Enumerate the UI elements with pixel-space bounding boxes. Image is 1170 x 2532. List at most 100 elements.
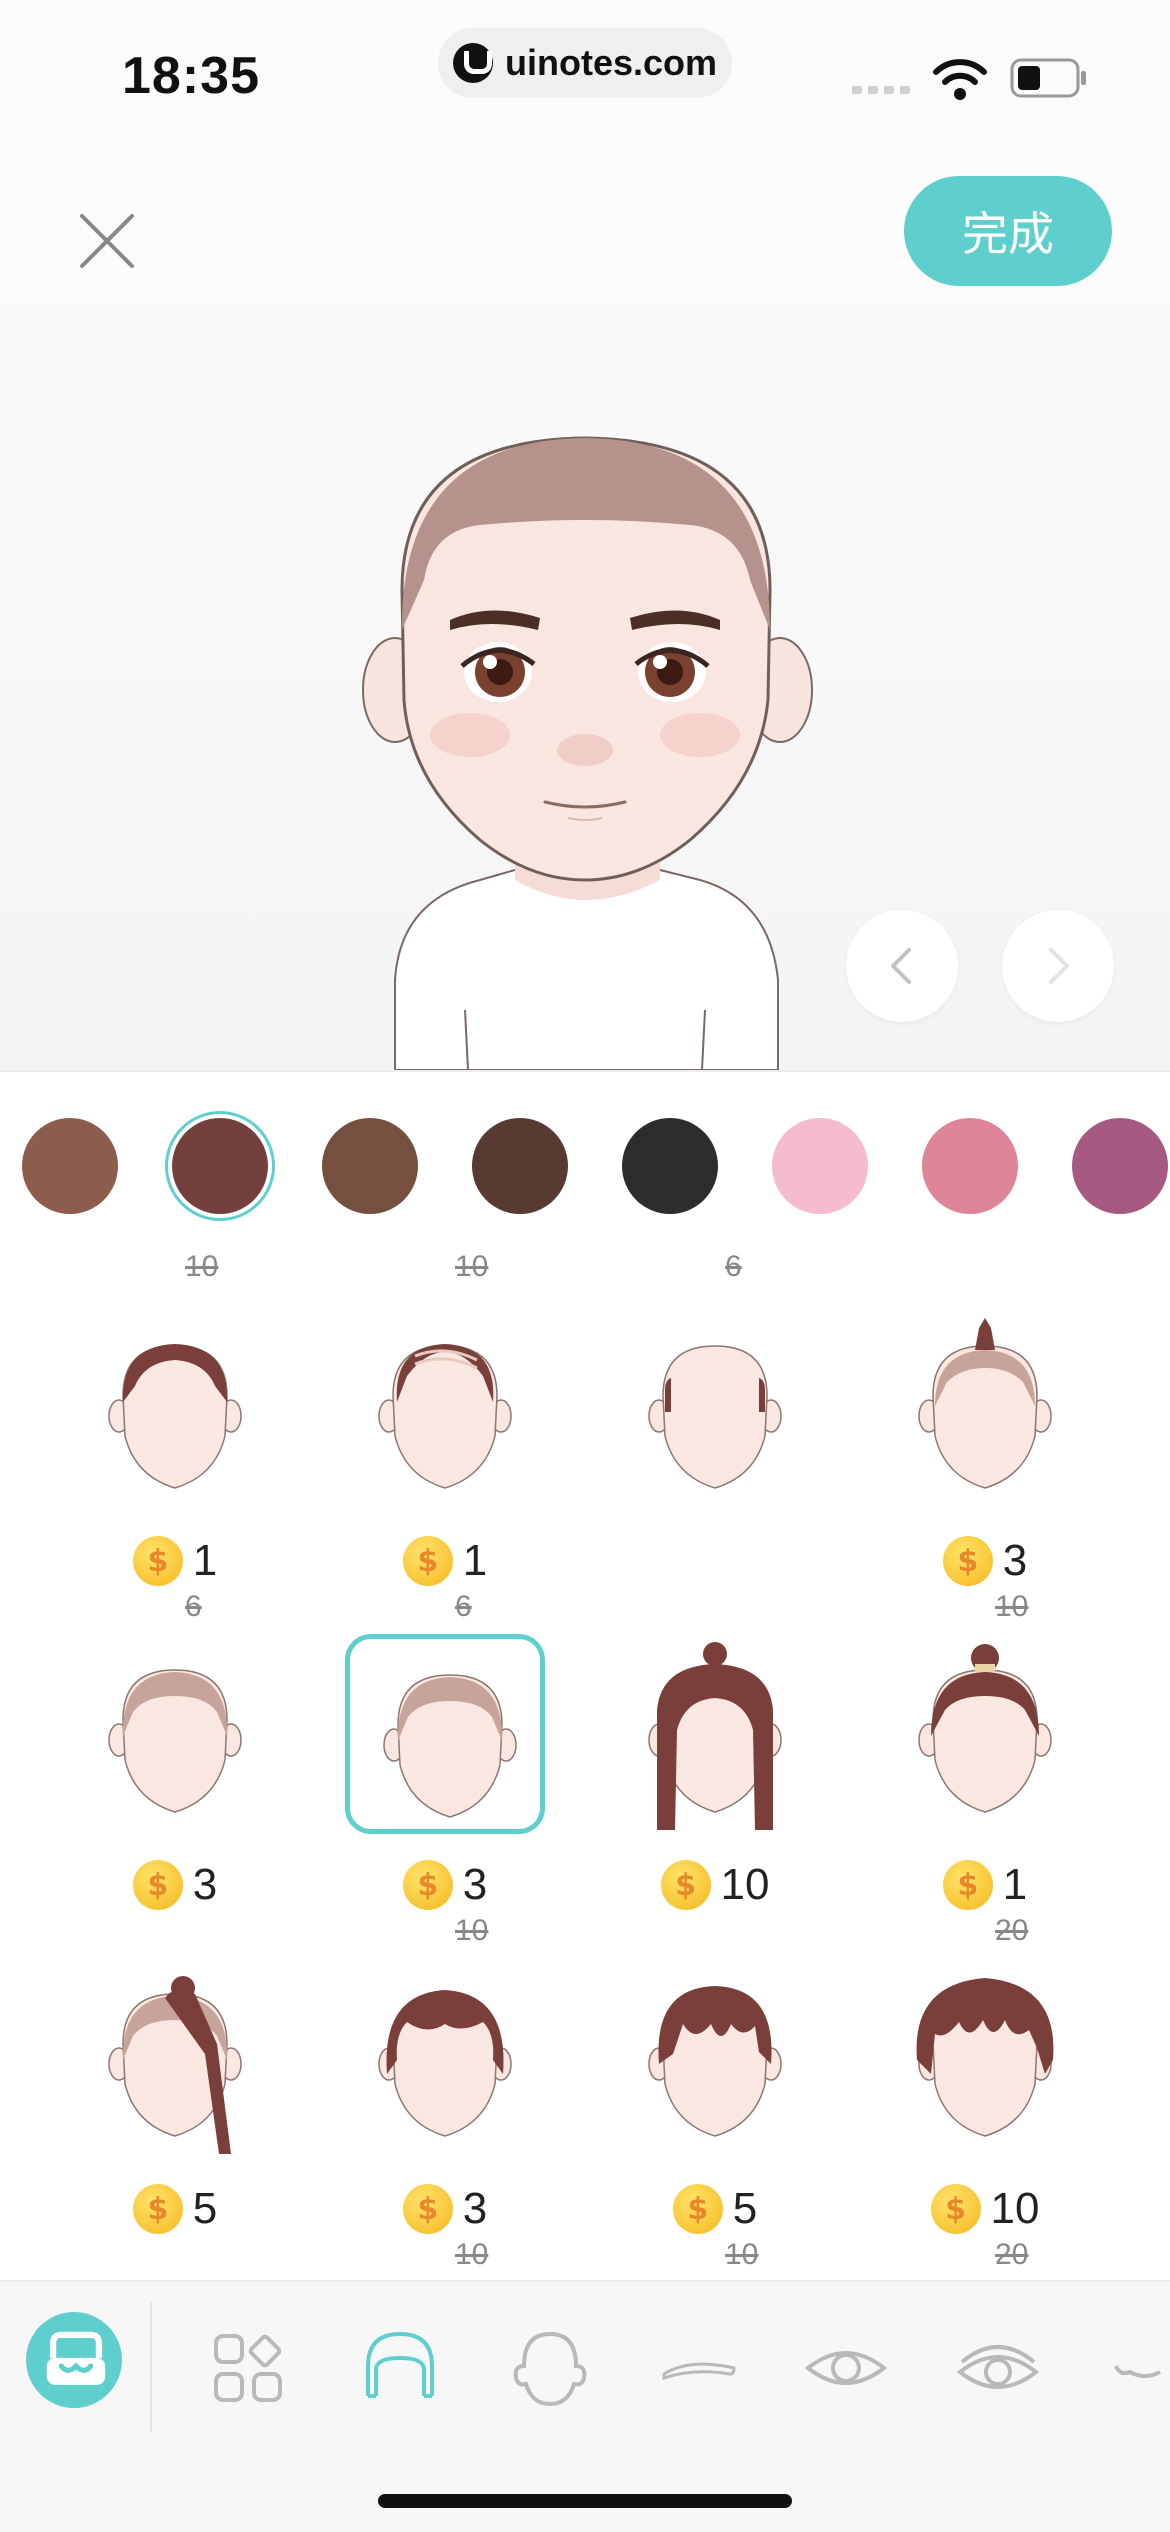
original-price: 10 [185, 1250, 219, 1283]
original-price: 10 [455, 1250, 489, 1283]
price-value: 10 [990, 2184, 1040, 2233]
original-price: 6 [185, 1590, 202, 1623]
price-tag: $1 [345, 1536, 545, 1586]
hair-style-thumbnail [345, 1958, 545, 2158]
categories-icon[interactable] [198, 2318, 298, 2418]
price-tag: $3 [75, 1860, 275, 1910]
price-tag: $3 [345, 1860, 545, 1910]
avatar-preview: 完成 [0, 140, 1170, 1070]
url-text: uinotes.com [504, 42, 718, 83]
eye-makeup-icon[interactable] [948, 2318, 1048, 2418]
avatar-figure [362, 436, 813, 1070]
hair-style-thumbnail [885, 1634, 1085, 1834]
coin-icon: $ [942, 1536, 993, 1586]
hair-style-thumbnail [75, 1310, 275, 1510]
coin-icon: $ [402, 1536, 453, 1586]
hair-color-swatches [0, 1111, 1170, 1221]
price-tag: $3 [345, 2184, 545, 2234]
hair-color-swatch[interactable] [22, 1118, 118, 1214]
price-tag: $5 [615, 2184, 815, 2234]
hair-style-item[interactable]: $3 10 [885, 1310, 1085, 1630]
price-tag: $1 [885, 1860, 1085, 1910]
close-icon[interactable] [74, 208, 140, 274]
hair-style-item[interactable]: $10 20 [885, 1958, 1085, 2278]
hair-color-swatch[interactable] [322, 1118, 418, 1214]
price-value: 3 [192, 1860, 218, 1909]
site-logo-icon [452, 43, 493, 83]
home-indicator [378, 2494, 792, 2508]
original-price: 10 [455, 2238, 489, 2271]
hair-style-thumbnail [885, 1310, 1085, 1510]
original-price: 10 [995, 1590, 1029, 1623]
coin-icon: $ [930, 2184, 981, 2234]
hair-style-thumbnail [885, 1958, 1085, 2158]
toolbar-separator [150, 2302, 152, 2432]
price-value: 1 [1002, 1860, 1028, 1909]
coin-icon: $ [402, 2184, 453, 2234]
store-icon[interactable] [26, 2312, 122, 2408]
hair-color-swatch[interactable] [1072, 1118, 1168, 1214]
coin-icon: $ [942, 1860, 993, 1910]
price-value: 5 [732, 2184, 758, 2233]
coin-icon: $ [132, 1860, 183, 1910]
price-value: 5 [192, 2184, 218, 2233]
mouth-icon[interactable] [1100, 2318, 1170, 2418]
hair-style-thumbnail [615, 1634, 815, 1834]
original-price: 20 [995, 1914, 1029, 1947]
hair-style-item[interactable]: $1 6 [75, 1310, 275, 1630]
hair-style-thumbnail [345, 1310, 545, 1510]
original-price: 10 [725, 2238, 759, 2271]
hair-color-swatch[interactable] [772, 1118, 868, 1214]
hair-style-thumbnail [615, 1310, 815, 1510]
face-icon[interactable] [500, 2318, 600, 2418]
price-value: 1 [462, 1536, 488, 1585]
hair-style-item[interactable]: $10 [615, 1634, 815, 1954]
hair-style-thumbnail [75, 1958, 275, 2158]
hair-style-thumbnail [615, 1958, 815, 2158]
url-pill[interactable]: uinotes.com [438, 28, 732, 98]
coin-icon: $ [132, 2184, 183, 2234]
hair-icon[interactable] [350, 2318, 450, 2418]
cellular-signal-icon [852, 86, 910, 94]
previous-button[interactable] [846, 910, 958, 1022]
hair-color-swatch[interactable] [622, 1118, 718, 1214]
hair-style-item[interactable] [615, 1310, 815, 1630]
price-tag: $1 [75, 1536, 275, 1586]
hair-color-swatch[interactable] [472, 1118, 568, 1214]
hair-style-item[interactable]: $3 [75, 1634, 275, 1954]
price-tag: $3 [885, 1536, 1085, 1586]
hair-style-item[interactable]: $3 10 [345, 1634, 545, 1954]
status-time: 18:35 [122, 47, 260, 105]
eye-icon[interactable] [796, 2318, 896, 2418]
hair-style-item[interactable]: $5 10 [615, 1958, 815, 2278]
price-value: 10 [720, 1860, 770, 1909]
hair-style-item[interactable]: $1 20 [885, 1634, 1085, 1954]
price-tag: $10 [885, 2184, 1085, 2234]
status-bar: 18:35 uinotes.com [0, 0, 1170, 140]
original-price: 6 [725, 1250, 742, 1283]
hair-color-swatch[interactable] [165, 1111, 275, 1221]
coin-icon: $ [132, 1536, 183, 1586]
hair-style-thumbnail [75, 1634, 275, 1834]
price-value: 3 [462, 1860, 488, 1909]
hair-style-item[interactable]: $3 10 [345, 1958, 545, 2278]
wifi-icon [933, 59, 987, 100]
hair-color-swatch[interactable] [922, 1118, 1018, 1214]
price-tag: $10 [615, 1860, 815, 1910]
coin-icon: $ [660, 1860, 711, 1910]
original-price: 20 [995, 2238, 1029, 2271]
original-price: 6 [455, 1590, 472, 1623]
chevron-left-icon [891, 948, 911, 984]
hair-style-item[interactable]: $1 6 [345, 1310, 545, 1630]
coin-icon: $ [402, 1860, 453, 1910]
price-value: 3 [1002, 1536, 1028, 1585]
next-button[interactable] [1002, 910, 1114, 1022]
hair-style-thumbnail [345, 1634, 545, 1834]
price-value: 3 [462, 2184, 488, 2233]
original-price: 10 [455, 1914, 489, 1947]
battery-icon [1010, 58, 1086, 98]
hair-style-item[interactable]: $5 [75, 1958, 275, 2278]
eyebrow-icon[interactable] [650, 2318, 750, 2418]
divider [0, 1070, 1170, 1072]
done-button[interactable]: 完成 [904, 176, 1112, 286]
